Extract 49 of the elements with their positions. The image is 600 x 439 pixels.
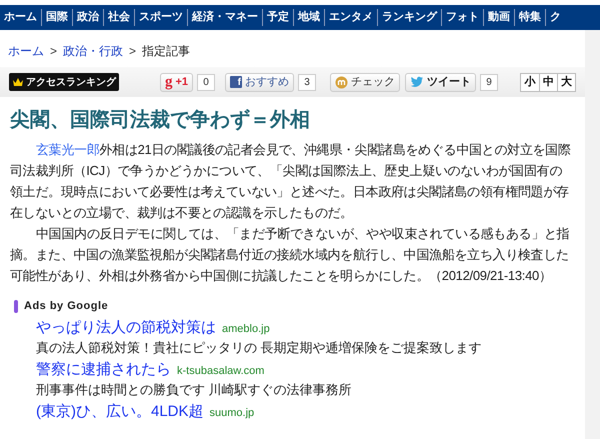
breadcrumb-separator: > <box>129 43 136 60</box>
nav-link[interactable]: スポーツ <box>135 5 187 30</box>
nav-link[interactable]: 社会 <box>104 5 134 30</box>
bird-icon <box>410 76 424 88</box>
nav-link[interactable]: フォト <box>442 5 483 30</box>
google-plus-icon: g <box>164 74 172 90</box>
share-count: 3 <box>298 74 316 90</box>
breadcrumb-link[interactable]: 政治・行政 <box>63 42 124 60</box>
nav-link[interactable]: 特集 <box>515 5 545 30</box>
share-count: 0 <box>197 74 215 90</box>
nav-link[interactable]: 地域 <box>294 5 324 30</box>
ad-title-link[interactable]: 警察に逮捕されたら <box>36 360 171 378</box>
nav-link[interactable]: ク <box>546 5 565 30</box>
share-count: 9 <box>480 74 498 90</box>
nav-link[interactable]: 経済・マネー <box>188 5 262 30</box>
m-icon <box>335 76 348 88</box>
ad-title-link[interactable]: (東京)ひ、広い。4LDK超 <box>36 402 204 420</box>
twitter-button[interactable]: ツイート <box>405 72 476 92</box>
person-link[interactable]: 玄葉光一郎 <box>36 142 100 157</box>
nav-link[interactable]: 予定 <box>263 5 293 30</box>
nav-link[interactable]: 政治 <box>73 5 103 30</box>
ads-marker-icon <box>14 300 18 313</box>
font-size-button[interactable]: 中 <box>539 74 557 90</box>
facebook-button[interactable]: f おすすめ <box>225 72 294 92</box>
ad-domain: k-tsubasalaw.com <box>177 364 264 378</box>
article-paragraph: 中国国内の反日デモに関しては、「まだ予断できないが、やや収束されている感もある」と指摘。また、中国の漁業監視船が尖閣諸島付近の接続水域内を航行し、中国漁船を立ち入り検査した可能性があり、外相は外務省から中国側に抗議したことを明らかにした。（2012/09/21-13:40） <box>10 225 570 285</box>
ads-heading: Ads by Google <box>24 299 108 314</box>
breadcrumb-separator: > <box>50 43 58 60</box>
facebook-icon: f <box>230 76 242 88</box>
breadcrumb-link[interactable]: ホーム <box>8 42 44 60</box>
ad-title-link[interactable]: やっぱり法人の節税対策は <box>36 318 216 336</box>
breadcrumb-current: 指定記事 <box>142 43 190 60</box>
nav-link[interactable]: ランキング <box>378 5 441 30</box>
ad-description: 真の法人節税対策！貴社にピッタリの 長期定期や逓増保険をご提案致します <box>36 338 483 356</box>
font-size-button[interactable]: 大 <box>557 74 575 90</box>
mixi-button[interactable]: チェック <box>330 72 400 92</box>
nav-link[interactable]: エンタメ <box>325 5 377 30</box>
crown-icon <box>12 77 24 87</box>
ad-description: 刑事事件は時間との勝負です 川崎駅すぐの法律事務所 <box>36 380 353 398</box>
nav-link[interactable]: 国際 <box>42 5 72 30</box>
ad-domain: suumo.jp <box>210 406 254 420</box>
nav-link[interactable]: 動画 <box>484 5 514 30</box>
gplus-button[interactable]: g +1 <box>160 72 193 92</box>
article-title: 尖閣、国際司法裁で争わず＝外相 <box>10 108 311 133</box>
font-size-button[interactable]: 小 <box>521 74 539 90</box>
nav-link[interactable]: ホーム <box>0 5 41 30</box>
article-paragraph: 玄葉光一郎外相は21日の閣議後の記者会見で、沖縄県・尖閣諸島をめぐる中国との対立を国際司法裁判所（ICJ）で争うかどうかについて、「尖閣は国際法上、歴史上疑いのないわが国固有の領土だ。現時点において必要性は考えていない」と述べた。日本政府は尖閣諸島の領有権問題が存在しないとの立場で、裁判は不要との認識を示したものだ。 <box>10 141 572 222</box>
access-ranking-button[interactable]: アクセスランキング <box>9 73 119 91</box>
ad-domain: ameblo.jp <box>222 322 270 336</box>
